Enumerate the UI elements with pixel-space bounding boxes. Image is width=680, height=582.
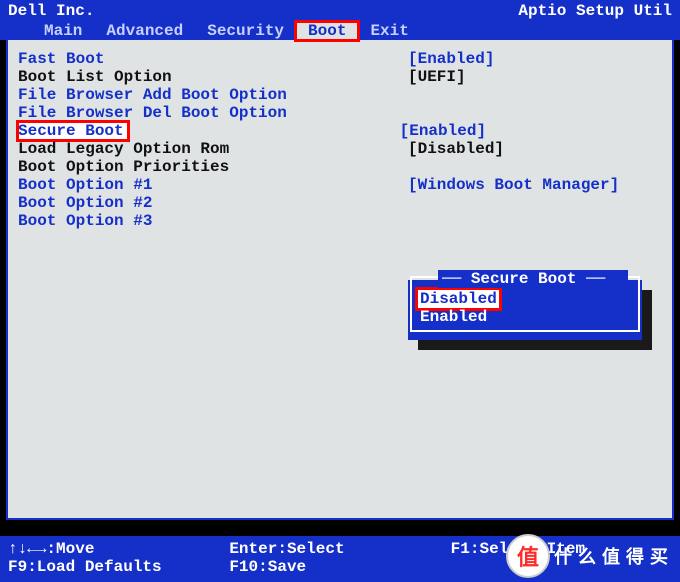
setting-label-8: Boot Option Priorities <box>18 158 408 176</box>
hint-f9: F9:Load Defaults <box>8 558 229 576</box>
setting-label-9[interactable]: Boot Option #1 <box>18 176 408 194</box>
popup-option-disabled[interactable]: Disabled <box>418 290 499 308</box>
tab-advanced[interactable]: Advanced <box>94 22 195 40</box>
setting-label-11[interactable]: Boot Option #3 <box>18 212 408 230</box>
setting-value-0[interactable]: [Enabled] <box>408 50 494 68</box>
setting-value-2[interactable]: [UEFI] <box>408 68 466 86</box>
tab-security[interactable]: Security <box>195 22 296 40</box>
watermark: 值 什么值得买 <box>506 534 674 578</box>
watermark-text: 什么值得买 <box>554 543 674 569</box>
tab-boot[interactable]: Boot <box>296 22 358 40</box>
setting-label-2[interactable]: Boot List Option <box>18 68 408 86</box>
tab-exit[interactable]: Exit <box>358 22 420 40</box>
setting-label-10[interactable]: Boot Option #2 <box>18 194 408 212</box>
setting-value-6[interactable]: [Disabled] <box>408 140 504 158</box>
utility-label: Aptio Setup Util <box>518 2 672 20</box>
secure-boot-popup: ── Secure Boot ── DisabledEnabled <box>408 280 642 340</box>
popup-title: ── Secure Boot ── <box>438 270 628 288</box>
vendor-label: Dell Inc. <box>8 2 94 20</box>
setting-value-9[interactable]: [Windows Boot Manager] <box>408 176 619 194</box>
setting-value-5[interactable]: [Enabled] <box>400 122 486 140</box>
tab-bar: MainAdvancedSecurityBootExit <box>8 22 672 40</box>
bios-header: Dell Inc. Aptio Setup Util MainAdvancedS… <box>0 0 680 40</box>
watermark-icon: 值 <box>506 534 550 578</box>
setting-label-0[interactable]: Fast Boot <box>18 50 408 68</box>
hint-enter: Enter:Select <box>229 540 450 558</box>
tab-main[interactable]: Main <box>32 22 94 40</box>
setting-label-5[interactable]: Secure Boot <box>18 122 128 140</box>
hint-f10: F10:Save <box>229 558 450 576</box>
setting-label-4[interactable]: File Browser Del Boot Option <box>18 104 408 122</box>
popup-option-enabled[interactable]: Enabled <box>418 308 632 326</box>
bios-screen: Dell Inc. Aptio Setup Util MainAdvancedS… <box>0 0 680 582</box>
hint-move: ↑↓←→:Move <box>8 540 229 558</box>
setting-label-3[interactable]: File Browser Add Boot Option <box>18 86 408 104</box>
setting-label-6[interactable]: Load Legacy Option Rom <box>18 140 408 158</box>
